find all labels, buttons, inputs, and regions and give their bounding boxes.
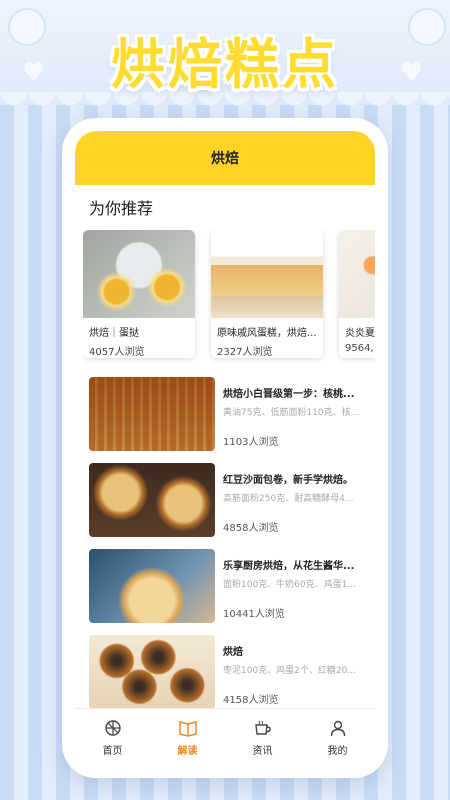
view-count: 9564, xyxy=(345,343,374,354)
recipe-image xyxy=(211,230,323,318)
article-ingredients: 枣泥100克、鸡蛋2个、红糖20... xyxy=(223,666,356,676)
tab-label: 首页 xyxy=(102,746,123,757)
app-header: 烘焙 xyxy=(75,131,375,185)
article-title: 红豆沙面包卷，新手学烘焙。 xyxy=(223,475,353,486)
article-title: 乐享厨房烘焙，从花生酱华... xyxy=(223,561,355,572)
recommend-carousel[interactable]: 烘焙｜蛋挞 4057人浏览 原味戚风蛋糕，烘焙... 2327人浏览 炎炎夏 9… xyxy=(83,230,375,365)
hero-title: 烘焙糕点 xyxy=(111,33,339,96)
view-count: 4057人浏览 xyxy=(89,347,145,358)
view-count: 4858人浏览 xyxy=(223,523,279,534)
app-screen: 为你推荐 烘焙｜蛋挞 4057人浏览 原味戚风蛋糕，烘焙... 2327人浏览 … xyxy=(75,185,375,778)
article-ingredients: 高筋面粉250克、耐高糖酵母4... xyxy=(223,494,354,504)
tab-read[interactable]: 解读 xyxy=(150,709,225,778)
tab-news[interactable]: 资讯 xyxy=(225,709,300,778)
view-count: 4158人浏览 xyxy=(223,695,279,706)
recipe-image xyxy=(83,230,195,318)
tab-label: 解读 xyxy=(177,746,198,757)
tab-mine[interactable]: 我的 xyxy=(300,709,375,778)
article-image xyxy=(89,549,215,623)
article-ingredients: 黄油75克、低筋面粉110克、核... xyxy=(223,408,360,418)
article-ingredients: 面粉100克、牛奶60克、鸡蛋1... xyxy=(223,580,356,590)
recipe-name: 炎炎夏 xyxy=(345,328,375,339)
view-count: 10441人浏览 xyxy=(223,609,285,620)
recommend-card[interactable]: 烘焙｜蛋挞 4057人浏览 xyxy=(83,230,195,358)
recommend-card[interactable]: 炎炎夏 9564, xyxy=(339,230,375,358)
home-icon xyxy=(102,717,124,739)
recipe-name: 原味戚风蛋糕，烘焙... xyxy=(217,328,317,339)
tab-label: 我的 xyxy=(327,746,348,757)
article-image xyxy=(89,463,215,537)
article-image xyxy=(89,377,215,451)
book-icon xyxy=(177,717,199,739)
section-title: 为你推荐 xyxy=(89,199,154,218)
bottom-tab-bar: 首页 解读 资讯 我的 xyxy=(75,708,375,778)
recipe-image xyxy=(339,230,375,318)
list-item[interactable]: 烘焙小白晋级第一步：核桃... 黄油75克、低筋面粉110克、核... 1103… xyxy=(75,377,375,457)
recipe-name: 烘焙｜蛋挞 xyxy=(89,328,139,339)
view-count: 1103人浏览 xyxy=(223,437,279,448)
recommend-card[interactable]: 原味戚风蛋糕，烘焙... 2327人浏览 xyxy=(211,230,323,358)
phone-frame: 烘焙 为你推荐 烘焙｜蛋挞 4057人浏览 原味戚风蛋糕，烘焙... 2327人… xyxy=(62,118,388,778)
tab-label: 资讯 xyxy=(252,746,273,757)
header-title: 烘焙 xyxy=(211,151,239,167)
list-item[interactable]: 烘焙 枣泥100克、鸡蛋2个、红糖20... 4158人浏览 xyxy=(75,635,375,715)
article-image xyxy=(89,635,215,709)
article-title: 烘焙小白晋级第一步：核桃... xyxy=(223,389,355,400)
list-item[interactable]: 乐享厨房烘焙，从花生酱华... 面粉100克、牛奶60克、鸡蛋1... 1044… xyxy=(75,549,375,629)
person-icon xyxy=(327,717,349,739)
cup-icon xyxy=(252,717,274,739)
list-item[interactable]: 红豆沙面包卷，新手学烘焙。 高筋面粉250克、耐高糖酵母4... 4858人浏览 xyxy=(75,463,375,543)
article-title: 烘焙 xyxy=(223,647,243,658)
tab-home[interactable]: 首页 xyxy=(75,709,150,778)
view-count: 2327人浏览 xyxy=(217,347,273,358)
